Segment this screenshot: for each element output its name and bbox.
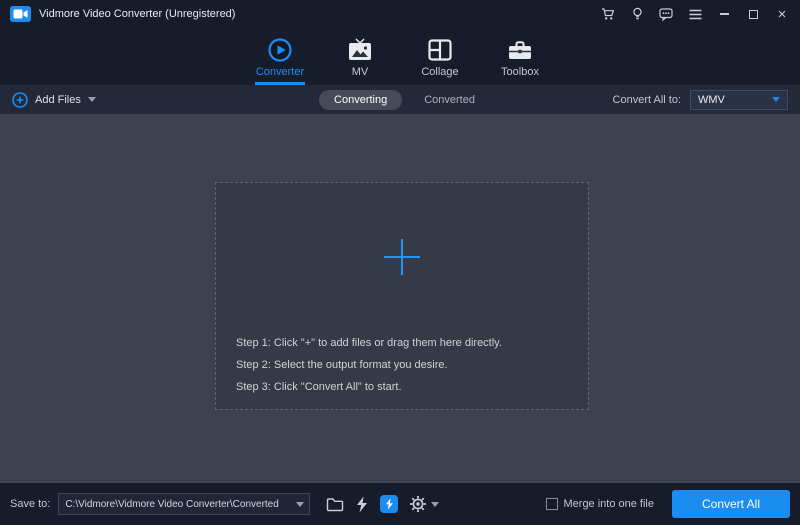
app-logo-icon <box>10 6 31 22</box>
minimize-icon[interactable] <box>716 6 732 22</box>
merge-label: Merge into one file <box>563 498 655 510</box>
tab-collage-label: Collage <box>421 66 459 78</box>
add-plus-icon <box>12 91 28 108</box>
footer-icons <box>326 495 440 513</box>
settings-chevron-icon[interactable] <box>431 501 440 507</box>
converting-tab[interactable]: Converting <box>319 89 403 110</box>
app-window: Vidmore Video Converter (Unregistered) × <box>0 0 800 525</box>
footer-bar: Save to: Merge into one fil <box>0 483 800 525</box>
maximize-icon[interactable] <box>745 6 761 22</box>
list-switch: Converting Converted <box>319 89 481 110</box>
instructions: Step 1: Click "+" to add files or drag t… <box>236 337 502 393</box>
high-speed-icon[interactable] <box>355 496 369 513</box>
close-icon[interactable]: × <box>774 6 790 22</box>
feedback-icon[interactable] <box>658 6 674 22</box>
save-path-box <box>58 493 311 515</box>
toolbox-icon <box>507 36 533 64</box>
cart-icon[interactable] <box>600 6 616 22</box>
add-files-chevron-icon[interactable] <box>87 97 96 102</box>
settings-gear-icon[interactable] <box>409 495 427 513</box>
settings-group <box>409 495 440 513</box>
collage-icon <box>428 36 452 64</box>
dropzone-plus-icon[interactable] <box>382 237 422 282</box>
format-select[interactable]: WMV <box>690 89 788 110</box>
converted-tab[interactable]: Converted <box>418 90 481 110</box>
convert-all-button[interactable]: Convert All <box>672 490 790 518</box>
step-2: Step 2: Select the output format you des… <box>236 359 448 371</box>
main-nav: Converter MV Collage Toolbox <box>0 28 800 85</box>
window-title: Vidmore Video Converter (Unregistered) <box>39 8 236 20</box>
converter-icon <box>267 36 293 64</box>
add-files-button[interactable]: Add Files <box>12 91 96 108</box>
add-files-label: Add Files <box>35 93 81 106</box>
mv-icon <box>347 36 373 64</box>
merge-checkbox[interactable] <box>545 498 558 510</box>
format-chevron-icon <box>772 97 780 102</box>
file-dropzone[interactable]: Step 1: Click "+" to add files or drag t… <box>215 182 589 410</box>
output-format-group: Convert All to: WMV <box>612 89 788 110</box>
open-folder-icon[interactable] <box>326 497 344 512</box>
tab-converter-label: Converter <box>255 66 305 78</box>
gpu-acceleration-icon[interactable] <box>380 495 399 513</box>
tab-mv[interactable]: MV <box>320 28 400 85</box>
tab-mv-label: MV <box>351 66 369 78</box>
titlebar-controls: × <box>600 6 790 22</box>
tab-converter[interactable]: Converter <box>240 28 320 85</box>
main-area: Step 1: Click "+" to add files or drag t… <box>0 114 800 483</box>
step-1: Step 1: Click "+" to add files or drag t… <box>236 337 502 349</box>
titlebar-left: Vidmore Video Converter (Unregistered) <box>10 6 235 22</box>
merge-group[interactable]: Merge into one file <box>545 498 655 510</box>
tab-toolbox[interactable]: Toolbox <box>480 28 560 85</box>
save-path-input[interactable] <box>59 494 292 514</box>
save-to-label: Save to: <box>10 498 51 510</box>
menu-icon[interactable] <box>687 6 703 22</box>
convert-all-to-label: Convert All to: <box>612 93 681 106</box>
lamp-icon[interactable] <box>629 6 645 22</box>
tab-collage[interactable]: Collage <box>400 28 480 85</box>
tab-toolbox-label: Toolbox <box>501 66 539 78</box>
save-path-chevron-icon[interactable] <box>291 494 309 514</box>
toolbar: Add Files Converting Converted Convert A… <box>0 85 800 114</box>
step-3: Step 3: Click "Convert All" to start. <box>236 381 402 393</box>
titlebar: Vidmore Video Converter (Unregistered) × <box>0 0 800 28</box>
format-value: WMV <box>698 93 725 106</box>
